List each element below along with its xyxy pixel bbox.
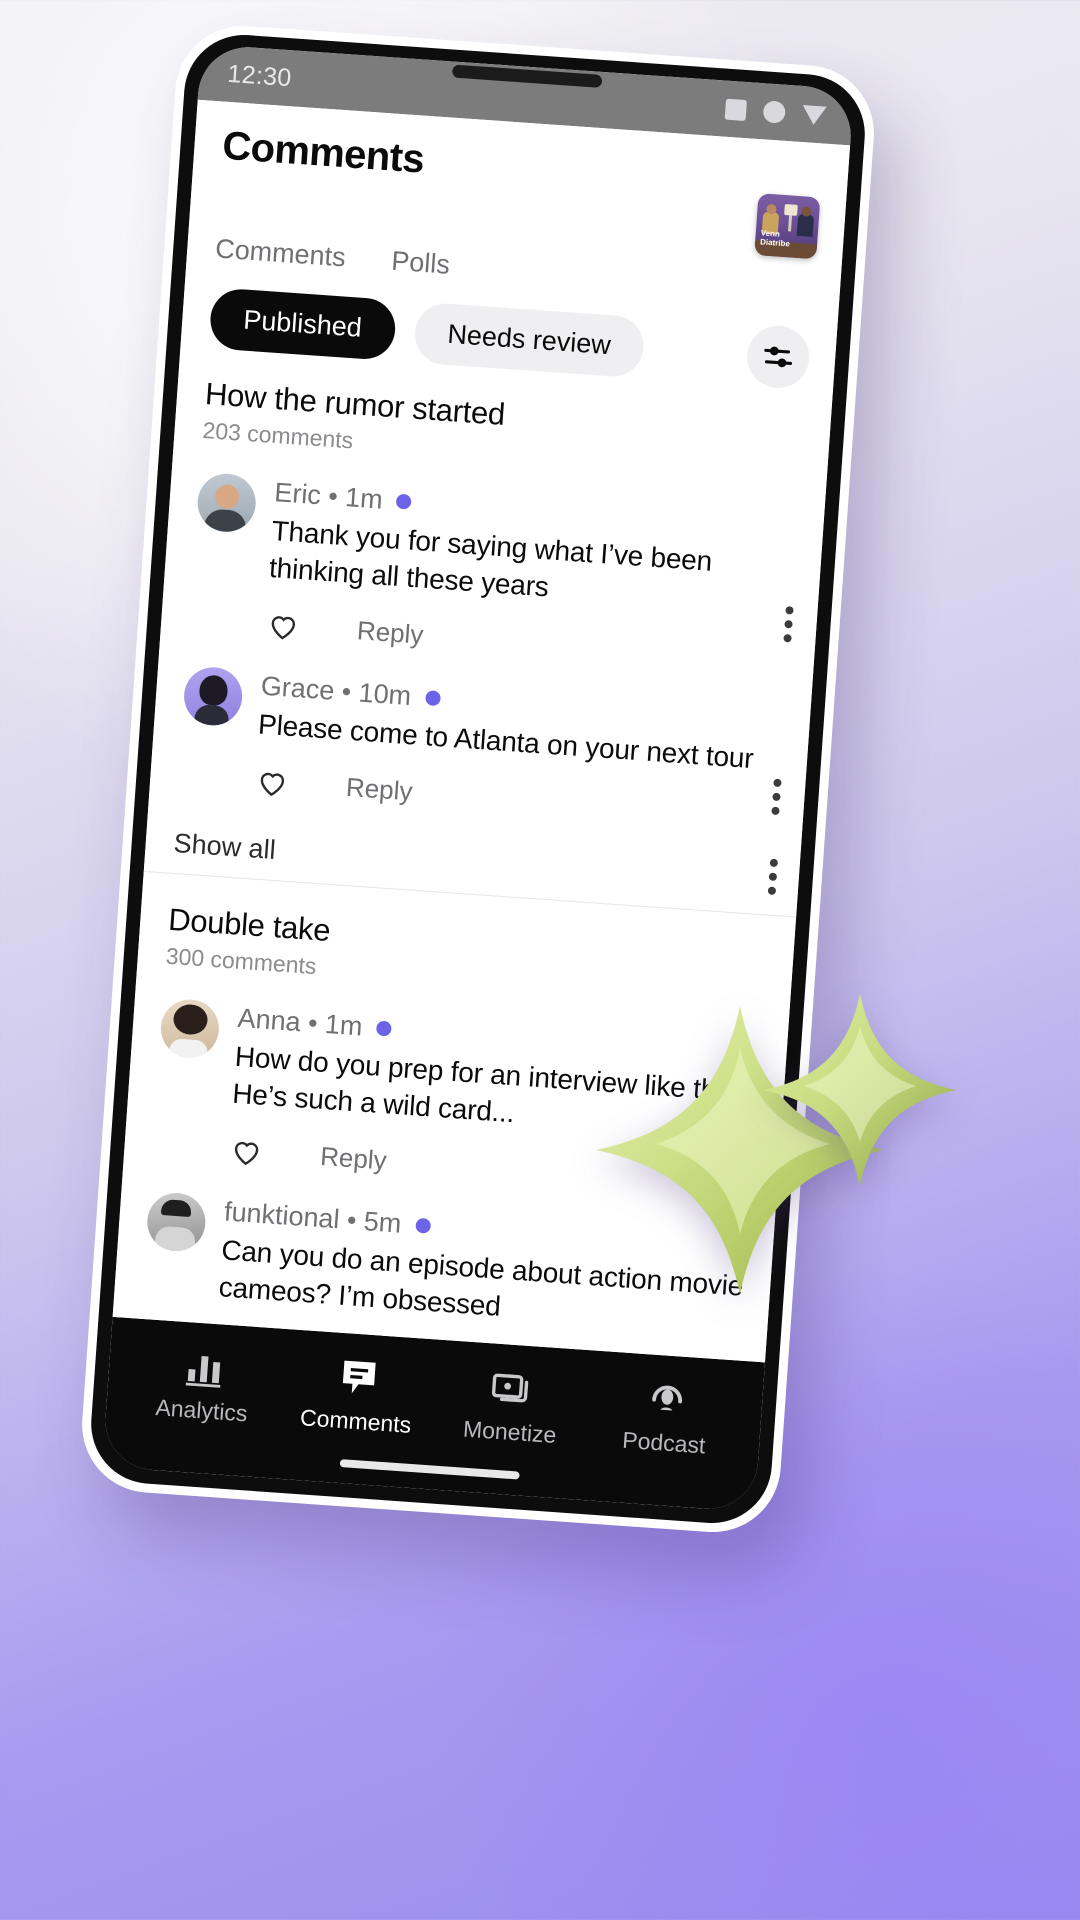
dot [771,806,780,816]
nav-label: Comments [299,1404,413,1438]
sliders-icon [764,346,793,368]
avatar [182,665,245,728]
comment-overflow-menu-icon[interactable] [783,605,794,643]
comment-body: Eric • 1m Thank you for saying what I’ve… [264,477,798,679]
nav-label: Monetize [462,1415,558,1449]
app-content: Comments Venn Diatribe Comments Polls Pu… [112,99,851,1363]
comment-item[interactable]: Grace • 10m Please come to Atlanta on yo… [177,665,785,835]
dot [772,792,781,802]
nav-label: Podcast [621,1426,707,1459]
comment-item[interactable]: funktional • 5m Can you do an episode ab… [142,1190,748,1342]
comment-item[interactable]: Eric • 1m Thank you for saying what I’ve… [188,471,798,679]
dot [784,619,793,629]
show-thumbnail-label: Venn Diatribe [760,228,791,248]
heart-icon[interactable] [227,1132,265,1170]
reply-button[interactable]: Reply [356,616,424,652]
dot [767,886,777,895]
unread-dot-icon [414,1217,431,1234]
comment-overflow-menu-icon[interactable] [771,778,782,816]
status-bar-icons [724,98,827,127]
comment-section-1: How the rumor started 203 comments Eric … [144,346,833,910]
comment-author-time: funktional • 5m [223,1196,403,1239]
comment-author-time: Anna • 1m [236,1002,364,1042]
phone-outer-frame: 12:30 Comments Venn Diatribe Comments Po… [77,21,879,1537]
dot [773,778,782,788]
nav-item-comments[interactable]: Comments [278,1351,438,1441]
comment-bubble-icon [336,1355,381,1400]
nav-item-analytics[interactable]: Analytics [124,1340,284,1430]
heart-icon[interactable] [253,763,291,801]
comment-author-time: Eric • 1m [273,477,384,515]
dot [768,872,778,881]
reply-button[interactable]: Reply [345,772,413,808]
comment-body: Grace • 10m Please come to Atlanta on yo… [253,671,785,836]
nav-item-monetize[interactable]: Monetize [432,1362,592,1452]
phone-bezel: 12:30 Comments Venn Diatribe Comments Po… [87,30,869,1528]
comment-body: Anna • 1m How do you prep for an intervi… [227,1003,761,1205]
reply-button[interactable]: Reply [319,1141,387,1177]
nav-item-podcast[interactable]: Podcast [586,1372,746,1462]
dot [783,633,792,643]
dot [769,858,779,867]
person-right-shape [796,213,815,238]
section-overflow-menu-icon[interactable] [767,858,779,895]
lamp-shape [784,204,798,216]
circle-icon [762,100,786,124]
unread-dot-icon [375,1020,392,1037]
avatar [195,471,258,534]
nav-label: Analytics [154,1394,249,1427]
monitor-stack-icon [489,1365,536,1410]
tab-polls[interactable]: Polls [390,246,450,281]
triangle-down-icon [801,104,827,126]
status-bar-time: 12:30 [226,59,293,92]
microphone-icon [645,1376,690,1421]
comment-body: funktional • 5m Can you do an episode ab… [218,1196,748,1342]
heart-icon[interactable] [264,607,302,645]
comment-author-time: Grace • 10m [259,670,413,712]
show-thumbnail[interactable]: Venn Diatribe [754,193,821,260]
comment-item[interactable]: Anna • 1m How do you prep for an intervi… [151,997,761,1204]
phone-screen: 12:30 Comments Venn Diatribe Comments Po… [102,43,855,1513]
unread-dot-icon [424,690,441,707]
phone-mockup: 12:30 Comments Venn Diatribe Comments Po… [77,21,879,1537]
page-title: Comments [221,123,426,182]
avatar [145,1190,208,1253]
bar-chart-icon [182,1344,227,1389]
filter-settings-button[interactable] [745,323,812,390]
square-icon [724,98,748,121]
avatar [158,997,221,1060]
comment-section-2: Double take 300 comments Anna • 1m How d… [113,870,797,1345]
unread-dot-icon [396,493,413,510]
dot [785,605,794,615]
